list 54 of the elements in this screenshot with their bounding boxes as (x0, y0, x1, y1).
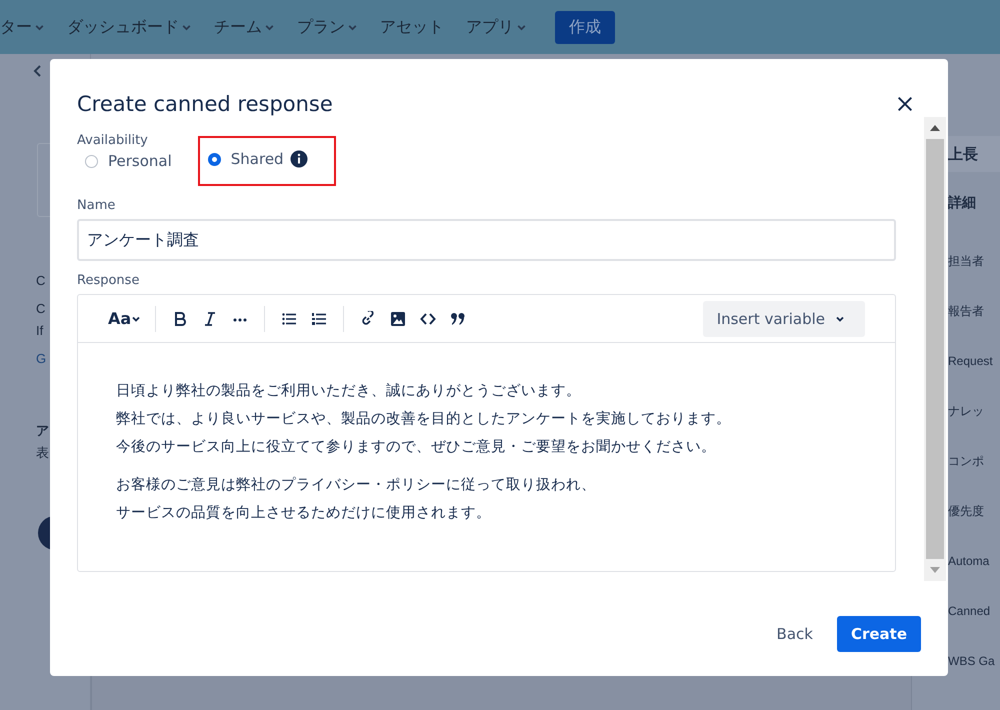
radio-label[interactable]: Shared (230, 150, 284, 168)
field-label: Response (77, 273, 140, 288)
panel-text: ア (36, 422, 49, 440)
quote-icon[interactable] (450, 310, 466, 326)
sidebar-item: 担当者 (947, 252, 985, 270)
nav-menu-item[interactable]: アセット (380, 16, 444, 38)
link-icon[interactable] (360, 310, 376, 326)
radio-label[interactable]: Personal (108, 152, 172, 170)
panel-text: C (36, 272, 46, 290)
nav-menu-item[interactable]: アプリ (466, 16, 527, 38)
scroll-up-arrow-icon[interactable] (930, 125, 940, 131)
editor-text-line: 今後のサービス向上に役立てて参りますので、ぜひご意見・ご要望をお聞かせください。 (116, 438, 717, 457)
name-input-field[interactable]: アンケート調査 (77, 219, 896, 261)
bullet-list-icon[interactable] (281, 310, 298, 326)
field-label: Name (77, 198, 116, 213)
sidebar-item: 詳細 (947, 193, 977, 212)
create-button[interactable]: Create (836, 616, 921, 652)
panel-text: 表 (36, 444, 49, 462)
radio-button[interactable] (85, 154, 98, 168)
nav-menu-item[interactable]: チーム (214, 16, 275, 38)
editor-text-line: 弊社では、より良いサービスや、製品の改善を目的としたアンケートを実施しております。 (116, 410, 732, 429)
create-button[interactable]: 作成 (555, 10, 615, 44)
link[interactable]: G (36, 348, 49, 370)
nav-menu-item[interactable]: ター (0, 16, 45, 38)
text-style-button[interactable]: Aa (108, 309, 142, 328)
sidebar-item: Automa (947, 553, 990, 570)
code-icon[interactable] (420, 310, 436, 326)
editor-text-line: お客様のご意見は弊社のプライバシー・ポリシーに従って取り扱われ、 (116, 476, 597, 495)
nav-menu-item[interactable]: プラン (297, 16, 358, 38)
sidebar-item: 優先度 (947, 502, 985, 520)
panel-text: If (36, 322, 44, 340)
close-icon[interactable] (896, 95, 914, 113)
image-icon[interactable] (390, 310, 406, 326)
sidebar-item: Canned (947, 603, 992, 620)
back-icon[interactable] (33, 64, 43, 78)
sidebar-item: コンポ (947, 452, 985, 470)
sidebar-item: ナレッ (947, 402, 985, 420)
radio-button[interactable] (208, 152, 221, 166)
sidebar-item: 報告者 (947, 302, 985, 320)
editor-text-line: サービスの品質を向上させるためだけに使用されます。 (116, 504, 492, 523)
info-icon[interactable] (290, 150, 308, 168)
numbered-list-icon[interactable] (311, 310, 328, 326)
editor-text-line: 日頃より弊社の製品をご利用いただき、誠にありがとうございます。 (116, 382, 582, 401)
back-button[interactable]: Back (764, 616, 825, 652)
rich-text-editor[interactable]: Aa Insert variable 日頃より弊社の製品をご利用いただき、誠にありがとうございます。 弊社では、より良いサービスや、製品の改善を目的としたアンケートを実施しております。 今後のサービス向上に役立てて参りますので、ぜひご意見・ご要望をお聞かせください。 お客様のご意見は弊社のプライバシー・ポリシーに従って取り扱われ、 サービスの品質を向上させるためだけに使用されます。 (77, 294, 896, 572)
bold-icon[interactable] (172, 310, 188, 326)
sidebar-item: Request (947, 353, 994, 370)
dialog-title: Create canned response (77, 92, 333, 116)
scrollbar[interactable] (924, 117, 946, 581)
field-label: Availability (77, 133, 149, 148)
nav-menu-item[interactable]: ダッシュボード (67, 16, 192, 38)
sidebar-item: WBS Ga (947, 653, 996, 670)
insert-variable-dropdown[interactable]: Insert variable (702, 300, 865, 336)
panel-text: C (36, 300, 46, 318)
